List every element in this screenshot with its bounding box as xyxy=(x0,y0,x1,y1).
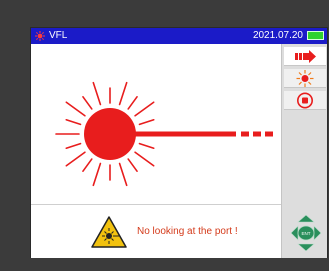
laser-warning-icon xyxy=(91,216,127,248)
title-bar: VFL 2021.07.20 xyxy=(31,28,327,44)
vfl-output-button[interactable] xyxy=(284,47,326,66)
stop-button[interactable] xyxy=(284,91,326,110)
laser-ray xyxy=(82,95,93,110)
enter-button-label[interactable]: ENT xyxy=(302,231,311,236)
device-screen: VFL 2021.07.20 No looking at the port ! … xyxy=(30,27,328,258)
device-bezel: VFL 2021.07.20 No looking at the port ! … xyxy=(0,0,329,271)
laser-ray xyxy=(138,118,155,126)
laser-ray xyxy=(138,142,155,150)
side-toolbar: ENT xyxy=(281,44,327,258)
battery-icon xyxy=(307,31,324,40)
warning-text: No looking at the port ! xyxy=(137,226,238,237)
laser-ray xyxy=(92,81,102,106)
laser-ray xyxy=(118,81,128,106)
red-arrow-icon xyxy=(295,50,316,63)
laser-light-icon xyxy=(55,81,273,187)
warning-panel: No looking at the port ! xyxy=(31,205,281,258)
laser-ray xyxy=(65,151,86,167)
stop-record-icon xyxy=(297,92,313,109)
laser-ray xyxy=(134,101,155,117)
navigation-pad[interactable]: ENT xyxy=(291,215,321,251)
laser-ray xyxy=(82,158,93,173)
laser-ray xyxy=(118,162,128,187)
laser-ray xyxy=(92,162,102,187)
laser-ray xyxy=(134,151,155,167)
laser-sun-icon xyxy=(296,70,314,87)
page-title: VFL xyxy=(49,30,68,41)
laser-ray xyxy=(65,118,82,126)
laser-ray xyxy=(127,95,138,110)
laser-ray xyxy=(65,101,86,117)
date-display: 2021.07.20 xyxy=(252,30,303,41)
laser-ray xyxy=(65,142,82,150)
main-panel: No looking at the port ! xyxy=(31,44,281,258)
laser-mode-button[interactable] xyxy=(284,69,326,88)
vfl-mode-icon xyxy=(35,31,45,41)
laser-ray xyxy=(127,158,138,173)
